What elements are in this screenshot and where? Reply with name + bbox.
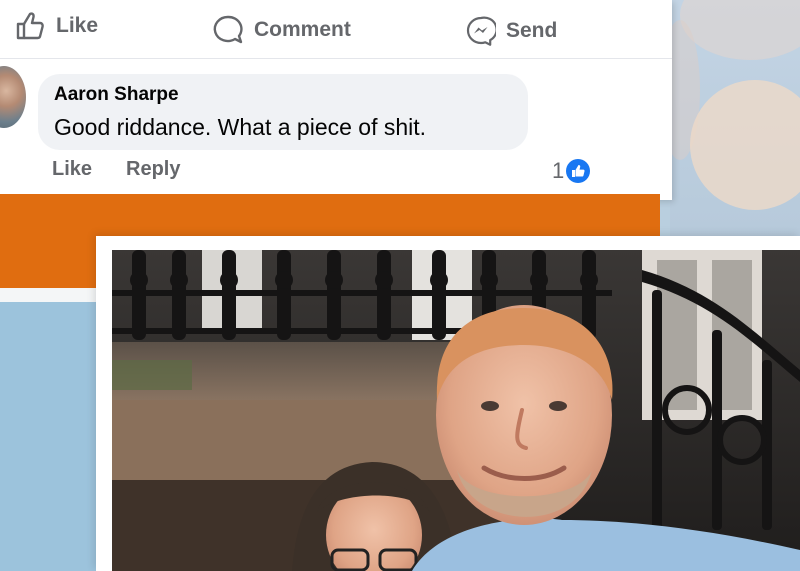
facebook-post-card: Like Comment Send Aaron Sharpe Good ridd… bbox=[0, 0, 672, 200]
thumbs-up-icon bbox=[14, 10, 46, 42]
comment-label: Comment bbox=[254, 18, 351, 41]
post-action-bar: Like Comment Send bbox=[0, 0, 672, 58]
comment-button[interactable]: Comment bbox=[212, 14, 351, 46]
comment-reply-link[interactable]: Reply bbox=[126, 158, 180, 181]
messenger-icon bbox=[466, 16, 496, 46]
background-left bbox=[0, 300, 100, 571]
comment-author[interactable]: Aaron Sharpe bbox=[54, 84, 179, 106]
reaction-summary[interactable]: 1 bbox=[552, 158, 591, 184]
selfie-photo-illustration bbox=[112, 250, 800, 571]
send-label: Send bbox=[506, 19, 558, 42]
comment-icon bbox=[212, 14, 244, 46]
comment-text: Good riddance. What a piece of shit. bbox=[54, 114, 427, 140]
avatar[interactable] bbox=[0, 66, 26, 128]
like-label: Like bbox=[56, 14, 99, 37]
selfie-photo bbox=[112, 250, 800, 571]
like-reaction-icon bbox=[566, 159, 591, 183]
send-button[interactable]: Send bbox=[466, 16, 557, 46]
comment-bubble: Aaron Sharpe Good riddance. What a piece… bbox=[38, 74, 528, 150]
action-divider bbox=[0, 58, 672, 59]
like-button[interactable]: Like bbox=[14, 10, 98, 42]
comment-like-link[interactable]: Like bbox=[52, 158, 92, 181]
reaction-count: 1 bbox=[552, 158, 565, 183]
